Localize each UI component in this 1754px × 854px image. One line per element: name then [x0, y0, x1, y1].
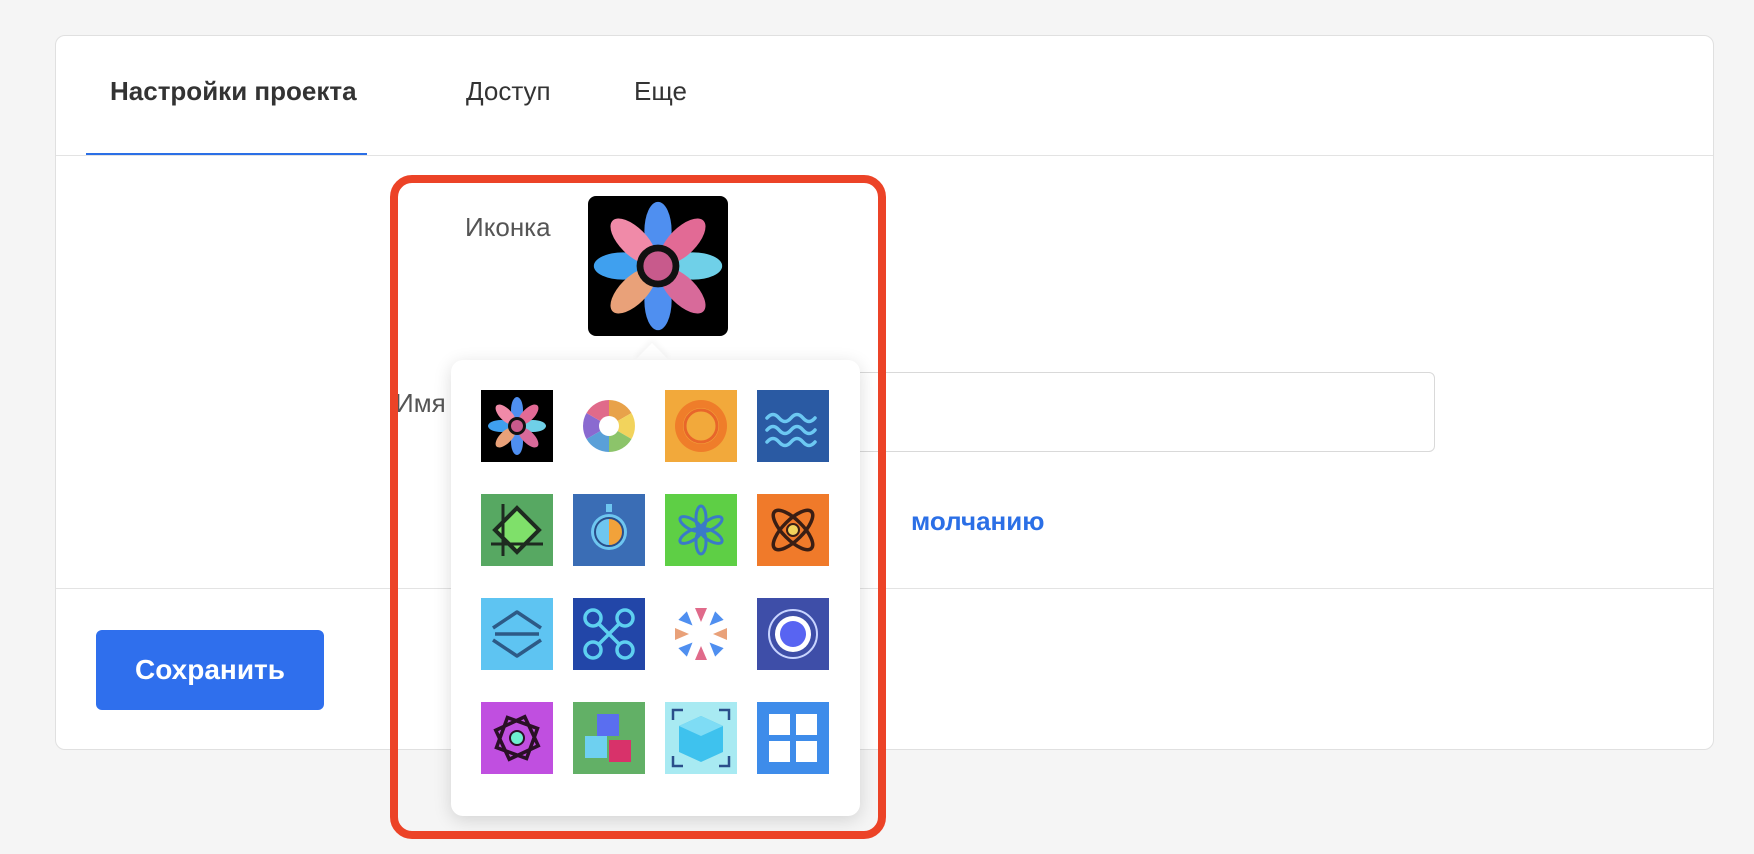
tab-bar: Настройки проекта Доступ Еще [56, 36, 1713, 156]
petal-ring-icon [665, 598, 737, 670]
tab-more[interactable]: Еще [634, 76, 687, 107]
hexagon-arrows-icon [481, 598, 553, 670]
nodes-icon [573, 598, 645, 670]
icon-option[interactable] [665, 598, 737, 670]
icon-option[interactable] [665, 390, 737, 462]
name-input[interactable] [831, 372, 1435, 452]
flower-icon [593, 201, 723, 331]
reset-default-link[interactable]: молчанию [911, 506, 1044, 537]
icon-option[interactable] [665, 494, 737, 566]
settings-card: Настройки проекта Доступ Еще Иконка Имя … [55, 35, 1714, 750]
save-button[interactable]: Сохранить [96, 630, 324, 710]
icon-option[interactable] [757, 598, 829, 670]
waves-icon [757, 390, 829, 462]
orb-icon [573, 494, 645, 566]
tab-project-settings[interactable]: Настройки проекта [110, 76, 357, 107]
color-wheel-icon [573, 390, 645, 462]
icon-option[interactable] [481, 702, 553, 774]
icon-option[interactable] [665, 702, 737, 774]
icon-option[interactable] [573, 598, 645, 670]
icon-option[interactable] [573, 494, 645, 566]
grid-icon [757, 702, 829, 774]
tab-access[interactable]: Доступ [466, 76, 551, 107]
icon-option[interactable] [481, 390, 553, 462]
icon-option[interactable] [757, 390, 829, 462]
cubes-icon [573, 702, 645, 774]
icon-option[interactable] [757, 494, 829, 566]
icon-option[interactable] [573, 702, 645, 774]
icon-option[interactable] [481, 598, 553, 670]
pinwheel-icon [481, 702, 553, 774]
name-label: Имя [395, 388, 446, 418]
target-icon [757, 598, 829, 670]
icon-option[interactable] [573, 390, 645, 462]
ice-cube-icon [665, 702, 737, 774]
icon-option[interactable] [481, 494, 553, 566]
star-flower-icon [665, 494, 737, 566]
flower-icon [481, 390, 553, 462]
icon-option[interactable] [757, 702, 829, 774]
icon-label: Иконка [465, 212, 551, 242]
current-icon-button[interactable] [588, 196, 728, 336]
active-tab-indicator [86, 153, 367, 155]
footer-divider [56, 588, 1713, 589]
orange-ring-icon [665, 390, 737, 462]
diamond-frame-icon [481, 494, 553, 566]
icon-picker-popover [451, 360, 860, 816]
icon-grid [481, 390, 829, 774]
atom-icon [757, 494, 829, 566]
